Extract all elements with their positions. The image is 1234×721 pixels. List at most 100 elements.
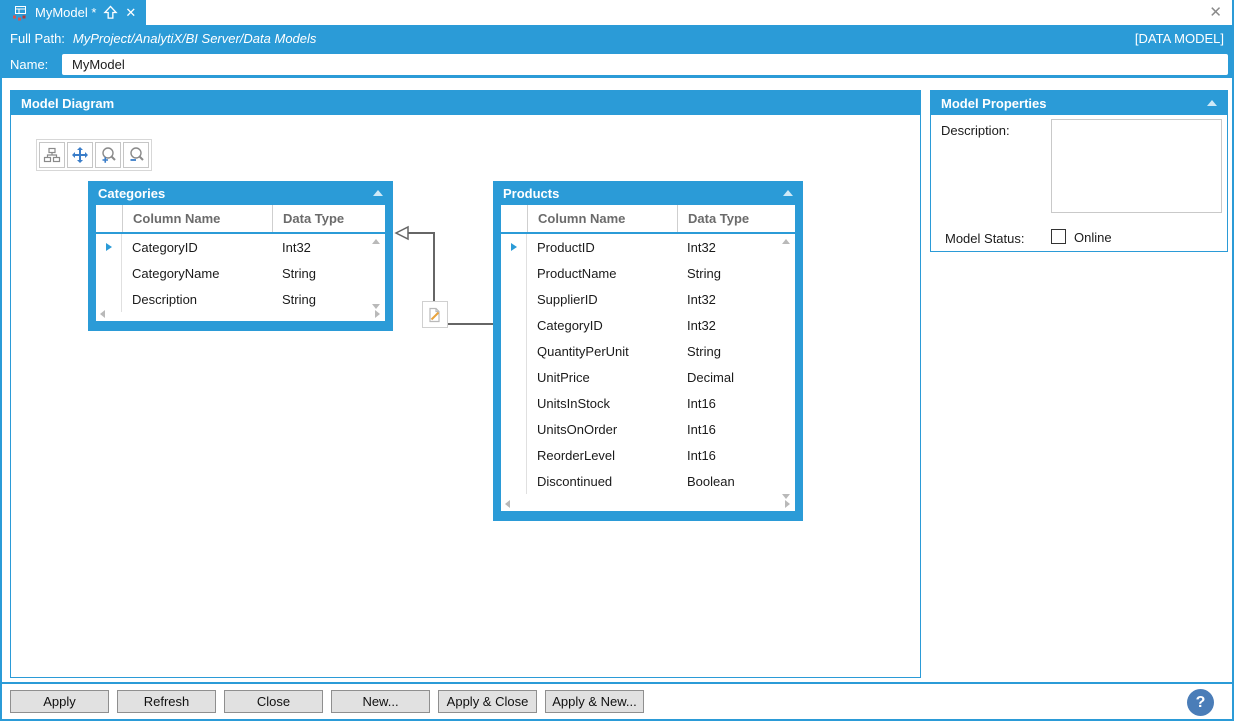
apply-new-button[interactable]: Apply & New... (545, 690, 644, 713)
table-row[interactable]: QuantityPerUnit String (501, 338, 795, 364)
tab-close-icon[interactable]: ✕ (125, 5, 136, 21)
close-button[interactable]: Close (224, 690, 323, 713)
auto-layout-button[interactable] (39, 142, 65, 168)
row-selector-marker (96, 260, 122, 286)
table-row[interactable]: CategoryID Int32 (96, 234, 385, 260)
column-name-cell: UnitPrice (537, 369, 590, 385)
column-name-cell: SupplierID (537, 291, 598, 307)
entity-products-header[interactable]: Products (501, 181, 795, 205)
column-name-cell: Description (132, 291, 198, 307)
column-name-cell: CategoryID (132, 239, 198, 255)
scroll-down-icon[interactable] (372, 304, 380, 309)
data-type-header: Data Type (272, 205, 371, 232)
apply-button[interactable]: Apply (10, 690, 109, 713)
new-button[interactable]: New... (331, 690, 430, 713)
row-selector-marker (501, 338, 527, 364)
column-name-cell: ProductID (537, 239, 595, 255)
row-selector-marker (501, 442, 527, 468)
entity-products-title: Products (503, 185, 560, 201)
row-selector-marker (501, 234, 527, 260)
layout-icon (43, 147, 61, 163)
diagram-toolbar (36, 139, 152, 171)
column-name-header: Column Name (527, 205, 677, 232)
model-properties-panel: Model Properties Description: Model Stat… (930, 90, 1228, 252)
table-row[interactable]: UnitsInStock Int16 (501, 390, 795, 416)
scroll-up-icon[interactable] (372, 239, 380, 244)
collapse-icon[interactable] (783, 190, 793, 196)
data-type-cell: Int16 (687, 447, 716, 463)
apply-close-button[interactable]: Apply & Close (438, 690, 537, 713)
row-selector-marker (501, 286, 527, 312)
table-row[interactable]: UnitPrice Decimal (501, 364, 795, 390)
table-row[interactable]: SupplierID Int32 (501, 286, 795, 312)
table-row[interactable]: UnitsOnOrder Int16 (501, 416, 795, 442)
name-label: Name: (10, 57, 49, 72)
row-marker-header (501, 205, 527, 232)
table-row[interactable]: CategoryID Int32 (501, 312, 795, 338)
grid-header-row: Column Name Data Type (96, 205, 385, 234)
description-textarea[interactable] (1051, 119, 1222, 213)
data-model-editor-window: MyModel * ✕ ✕ Full Path: MyProject/Analy… (0, 0, 1234, 721)
tab-strip: MyModel * ✕ ✕ (2, 0, 1232, 25)
entity-products-grid: Column Name Data Type ProductID Int32 Prod… (501, 205, 795, 511)
name-input[interactable] (62, 54, 1228, 75)
window-close-icon[interactable]: ✕ (1209, 3, 1222, 21)
model-diagram-header: Model Diagram (11, 91, 920, 115)
data-type-cell: String (282, 265, 316, 281)
data-type-cell: Decimal (687, 369, 734, 385)
data-type-cell: Int32 (687, 291, 716, 307)
pan-button[interactable] (67, 142, 93, 168)
entity-categories-header[interactable]: Categories (96, 181, 385, 205)
collapse-icon[interactable] (373, 190, 383, 196)
column-name-cell: ReorderLevel (537, 447, 616, 463)
pan-icon (72, 147, 88, 163)
data-type-cell: Int16 (687, 395, 716, 411)
model-properties-header: Model Properties (931, 91, 1227, 115)
online-checkbox-label: Online (1074, 230, 1112, 245)
model-properties-body: Description: Model Status: Online (931, 115, 1227, 252)
full-path-value: MyProject/AnalytiX/BI Server/Data Models (72, 30, 317, 46)
column-name-cell: CategoryName (132, 265, 220, 281)
data-model-badge: [DATA MODEL] (1134, 30, 1224, 46)
row-selector-marker (96, 286, 122, 312)
edit-relationship-button[interactable] (422, 301, 448, 328)
tab-title: MyModel * (35, 5, 97, 20)
table-row[interactable]: ProductName String (501, 260, 795, 286)
scroll-down-icon[interactable] (782, 494, 790, 499)
help-button[interactable]: ? (1187, 689, 1214, 716)
footer-button-bar: Apply Refresh Close New... Apply & Close Appl… (2, 684, 1232, 719)
row-selector-marker (501, 416, 527, 442)
zoom-in-button[interactable] (95, 142, 121, 168)
publish-up-icon[interactable] (103, 5, 119, 20)
column-name-cell: CategoryID (537, 317, 603, 333)
table-row[interactable]: ProductID Int32 (501, 234, 795, 260)
table-row[interactable]: Description String (96, 286, 385, 312)
table-row[interactable]: ReorderLevel Int16 (501, 442, 795, 468)
zoom-in-icon (102, 147, 116, 163)
data-model-icon (13, 5, 26, 20)
table-row[interactable]: Discontinued Boolean (501, 468, 795, 494)
online-checkbox[interactable] (1051, 229, 1066, 244)
refresh-button[interactable]: Refresh (117, 690, 216, 713)
collapse-icon[interactable] (1207, 100, 1217, 106)
data-type-header: Data Type (677, 205, 776, 232)
row-selector-marker (501, 390, 527, 416)
scroll-left-icon[interactable] (505, 500, 510, 508)
row-selector-marker (501, 364, 527, 390)
column-name-cell: ProductName (537, 265, 617, 281)
column-name-cell: QuantityPerUnit (537, 343, 629, 359)
tab-mymodel[interactable]: MyModel * ✕ (2, 0, 147, 25)
data-type-cell: String (282, 291, 316, 307)
scroll-right-icon[interactable] (785, 500, 790, 508)
table-row[interactable]: CategoryName String (96, 260, 385, 286)
entity-products[interactable]: Products Column Name Data Type ProductID… (493, 181, 803, 521)
zoom-out-icon (130, 147, 144, 161)
scroll-left-icon[interactable] (100, 310, 105, 318)
zoom-out-button[interactable] (123, 142, 149, 168)
column-name-cell: UnitsInStock (537, 395, 610, 411)
current-row-icon (510, 243, 517, 251)
entity-categories[interactable]: Categories Column Name Data Type Categor… (88, 181, 393, 331)
row-selector-marker (501, 260, 527, 286)
scroll-up-icon[interactable] (782, 239, 790, 244)
scroll-right-icon[interactable] (375, 310, 380, 318)
